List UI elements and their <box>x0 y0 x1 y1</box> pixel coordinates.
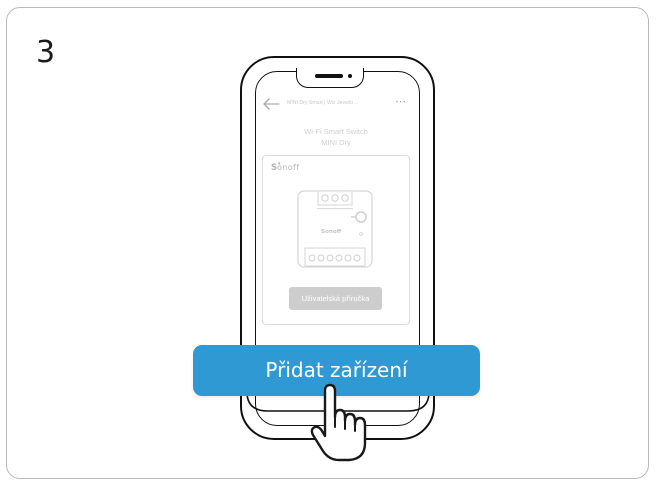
speaker-icon <box>315 74 343 78</box>
sonoff-logo: S onoff <box>271 162 300 173</box>
device-title: Wi-Fi Smart Switch MINI Dry <box>262 126 410 148</box>
device-title-line1: Wi-Fi Smart Switch <box>304 127 368 136</box>
device-title-line2: MINI Dry <box>321 138 351 147</box>
app-topbar-title: MINI Dry Smart | Wiz Jevwfo… <box>287 100 359 106</box>
svg-text:onoff: onoff <box>277 163 300 172</box>
product-image: Sonoff <box>297 190 373 268</box>
camera-icon <box>348 74 352 78</box>
more-icon[interactable]: ⋯ <box>395 97 406 108</box>
step-number: 3 <box>36 35 56 70</box>
hand-pointer-icon <box>310 383 367 462</box>
user-manual-button[interactable]: Uživatelská příručka <box>289 287 382 310</box>
phone-notch <box>296 68 364 88</box>
app-topbar: MINI Dry Smart | Wiz Jevwfo… ⋯ <box>262 97 412 111</box>
svg-text:Sonoff: Sonoff <box>321 229 342 235</box>
back-arrow-icon[interactable] <box>262 97 280 111</box>
